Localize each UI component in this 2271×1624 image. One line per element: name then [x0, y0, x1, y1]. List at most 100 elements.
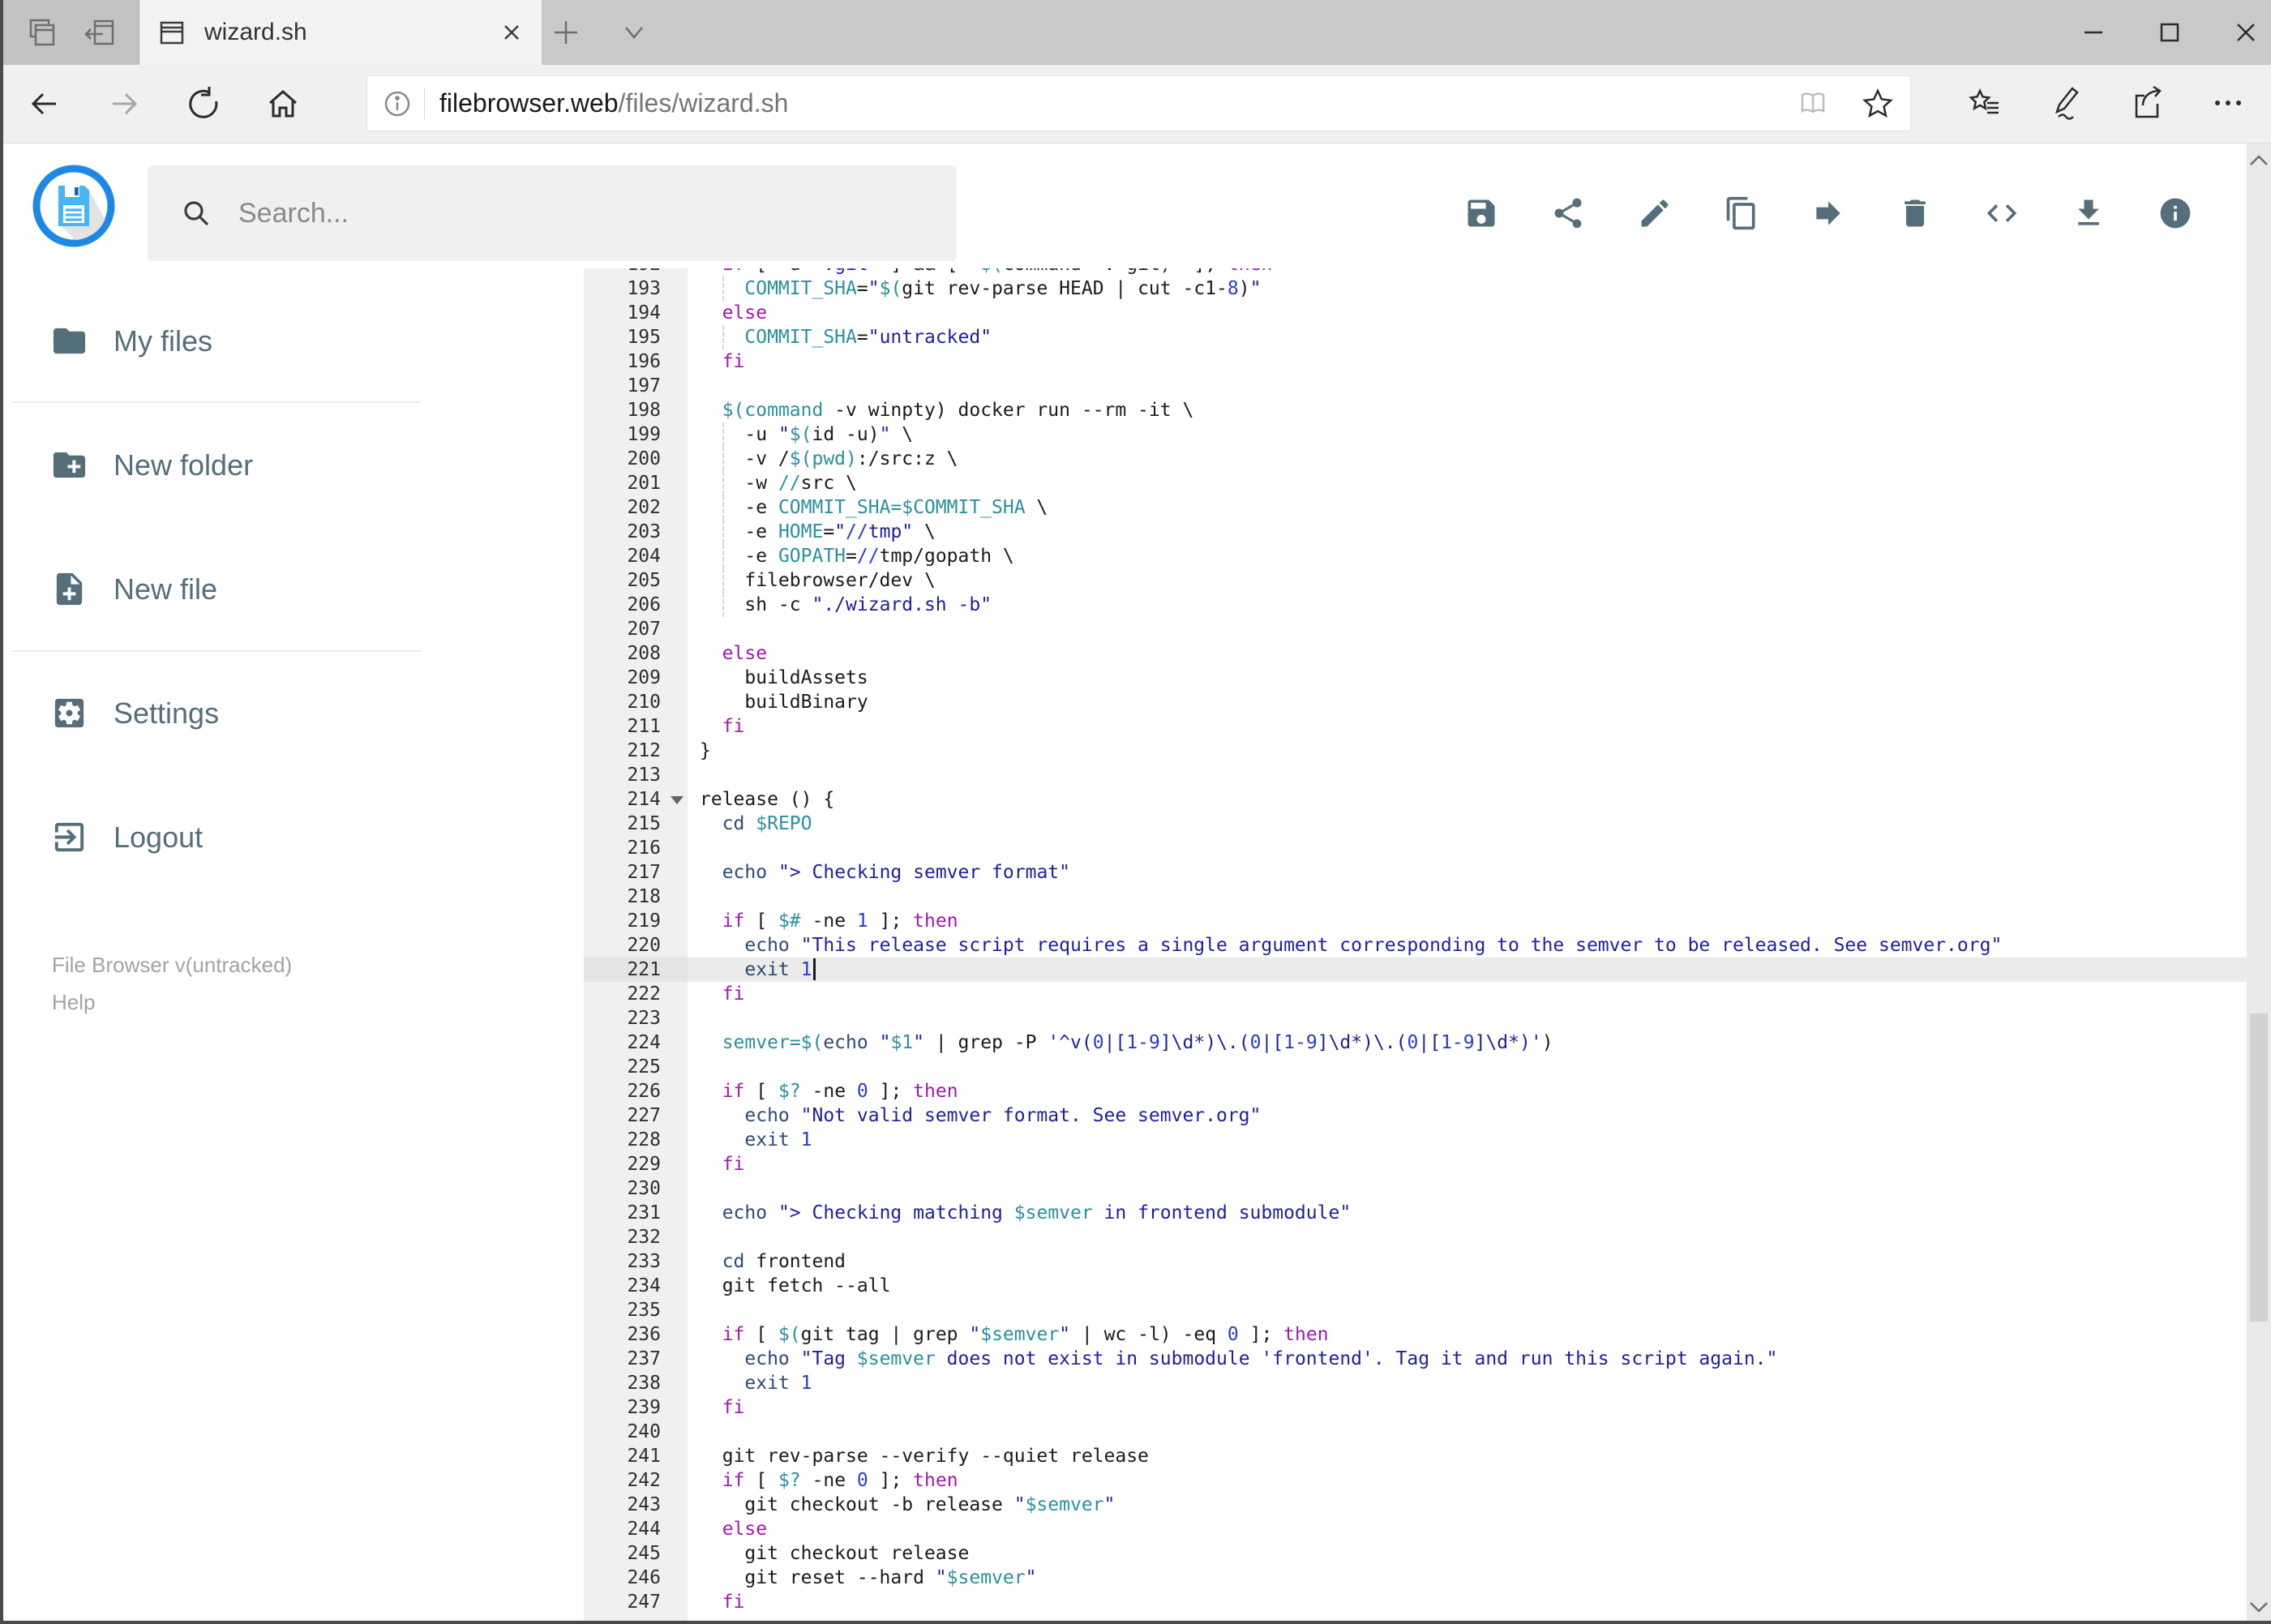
code-line-239[interactable]: 239 fi [584, 1395, 2247, 1420]
code-line-text[interactable]: cd $REPO [688, 812, 2247, 836]
settings-more-icon[interactable] [2209, 84, 2247, 122]
code-line-text[interactable]: exit 1 [688, 958, 2247, 982]
code-line-text[interactable]: else [688, 1517, 2247, 1541]
code-line-text[interactable]: filebrowser/dev \ [688, 568, 2247, 593]
code-line-203[interactable]: 203 -e HOME="//tmp" \ [584, 520, 2247, 544]
sidebar-item-logout[interactable]: Logout [3, 775, 584, 899]
code-line-215[interactable]: 215 cd $REPO [584, 812, 2247, 836]
code-line-246[interactable]: 246 git reset --hard "$semver" [584, 1566, 2247, 1590]
code-line-235[interactable]: 235 [584, 1298, 2247, 1322]
code-line-228[interactable]: 228 exit 1 [584, 1128, 2247, 1152]
code-line-text[interactable] [688, 374, 2247, 398]
page-scrollbar[interactable] [2247, 144, 2271, 1624]
code-line-text[interactable]: echo "This release script requires a sin… [688, 933, 2247, 958]
sidebar-item-settings[interactable]: Settings [3, 651, 584, 775]
sidebar-item-new-file[interactable]: New file [3, 527, 584, 651]
code-line-text[interactable]: git checkout -b release "$semver" [688, 1493, 2247, 1517]
code-line-247[interactable]: 247 fi [584, 1590, 2247, 1614]
tab-list-chevron-icon[interactable] [618, 21, 650, 44]
code-line-232[interactable]: 232 [584, 1225, 2247, 1249]
code-line-229[interactable]: 229 fi [584, 1152, 2247, 1176]
code-line-text[interactable]: buildBinary [688, 690, 2247, 714]
code-line-204[interactable]: 204 -e GOPATH=//tmp/gopath \ [584, 544, 2247, 568]
code-button[interactable] [1984, 195, 2020, 231]
code-line-194[interactable]: 194 else [584, 301, 2247, 325]
code-line-text[interactable]: COMMIT_SHA="untracked" [688, 325, 2247, 349]
code-line-214[interactable]: 214 release () { [584, 787, 2247, 812]
code-line-219[interactable]: 219 if [ $# -ne 1 ]; then [584, 909, 2247, 933]
code-line-245[interactable]: 245 git checkout release [584, 1541, 2247, 1566]
code-line-text[interactable]: buildAssets [688, 666, 2247, 690]
code-line-text[interactable]: if [ -d ".git" ] && [ "$(command -v git)… [688, 268, 2247, 276]
code-line-text[interactable]: if [ $# -ne 1 ]; then [688, 909, 2247, 933]
code-line-text[interactable]: fi [688, 1590, 2247, 1614]
code-line-227[interactable]: 227 echo "Not valid semver format. See s… [584, 1103, 2247, 1128]
home-icon[interactable] [264, 85, 302, 122]
code-line-text[interactable]: -e GOPATH=//tmp/gopath \ [688, 544, 2247, 568]
code-line-text[interactable]: echo "> Checking matching $semver in fro… [688, 1201, 2247, 1225]
code-line-220[interactable]: 220 echo "This release script requires a… [584, 933, 2247, 958]
code-line-text[interactable]: fi [688, 714, 2247, 739]
code-line-240[interactable]: 240 [584, 1420, 2247, 1444]
code-line-text[interactable]: else [688, 641, 2247, 666]
code-line-196[interactable]: 196 fi [584, 349, 2247, 374]
code-line-202[interactable]: 202 -e COMMIT_SHA=$COMMIT_SHA \ [584, 495, 2247, 520]
code-line-211[interactable]: 211 fi [584, 714, 2247, 739]
code-line-221[interactable]: 221 exit 1 [584, 958, 2247, 982]
edit-button[interactable] [1637, 195, 1673, 231]
delete-button[interactable] [1897, 195, 1933, 231]
search-box[interactable] [148, 165, 957, 261]
code-line-243[interactable]: 243 git checkout -b release "$semver" [584, 1493, 2247, 1517]
code-line-212[interactable]: 212} [584, 739, 2247, 763]
code-line-222[interactable]: 222 fi [584, 982, 2247, 1006]
code-line-text[interactable]: if [ $(git tag | grep "$semver" | wc -l)… [688, 1322, 2247, 1347]
forward-icon[interactable] [105, 85, 143, 122]
code-line-text[interactable]: echo "Tag $semver does not exist in subm… [688, 1347, 2247, 1371]
close-window-icon[interactable] [2234, 20, 2258, 45]
code-line-230[interactable]: 230 [584, 1176, 2247, 1201]
share-icon[interactable] [2128, 84, 2166, 122]
code-line-text[interactable]: exit 1 [688, 1128, 2247, 1152]
maximize-icon[interactable] [2157, 20, 2182, 45]
code-line-218[interactable]: 218 [584, 885, 2247, 909]
code-line-198[interactable]: 198 $(command -v winpty) docker run --rm… [584, 398, 2247, 422]
code-line-text[interactable]: else [688, 301, 2247, 325]
code-line-text[interactable]: COMMIT_SHA="$(git rev-parse HEAD | cut -… [688, 276, 2247, 301]
url-bar[interactable]: filebrowser.web/files/wizard.sh [366, 75, 1911, 131]
code-line-241[interactable]: 241 git rev-parse --verify --quiet relea… [584, 1444, 2247, 1468]
share-button[interactable] [1550, 195, 1586, 231]
code-line-195[interactable]: 195 COMMIT_SHA="untracked" [584, 325, 2247, 349]
code-line-text[interactable]: git checkout release [688, 1541, 2247, 1566]
download-button[interactable] [2071, 195, 2106, 231]
code-line-216[interactable]: 216 [584, 836, 2247, 860]
code-line-237[interactable]: 237 echo "Tag $semver does not exist in … [584, 1347, 2247, 1371]
sidebar-item-new-folder[interactable]: New folder [3, 403, 584, 527]
tab-preview-icon[interactable] [24, 15, 60, 50]
back-icon[interactable] [26, 85, 63, 122]
code-editor[interactable]: 192 if [ -d ".git" ] && [ "$(command -v … [584, 268, 2247, 1621]
scroll-up-icon[interactable] [2247, 147, 2271, 174]
code-line-text[interactable]: git rev-parse --verify --quiet release [688, 1444, 2247, 1468]
scroll-down-icon[interactable] [2247, 1593, 2271, 1621]
code-line-text[interactable]: git fetch --all [688, 1274, 2247, 1298]
copy-button[interactable] [1724, 195, 1759, 231]
scrollbar-thumb[interactable] [2250, 1013, 2268, 1322]
code-line-text[interactable]: echo "> Checking semver format" [688, 860, 2247, 885]
code-line-text[interactable] [688, 1225, 2247, 1249]
code-line-207[interactable]: 207 [584, 617, 2247, 641]
code-line-231[interactable]: 231 echo "> Checking matching $semver in… [584, 1201, 2247, 1225]
code-line-text[interactable] [688, 885, 2247, 909]
save-button[interactable] [1463, 195, 1499, 231]
code-line-236[interactable]: 236 if [ $(git tag | grep "$semver" | wc… [584, 1322, 2247, 1347]
help-link[interactable]: Help [52, 983, 292, 1021]
code-line-text[interactable]: -v /$(pwd):/src:z \ [688, 447, 2247, 471]
code-line-text[interactable] [688, 1420, 2247, 1444]
search-input[interactable] [237, 196, 947, 230]
fold-marker-icon[interactable] [671, 796, 683, 804]
code-line-234[interactable]: 234 git fetch --all [584, 1274, 2247, 1298]
code-line-223[interactable]: 223 [584, 1006, 2247, 1031]
code-line-text[interactable]: cd frontend [688, 1249, 2247, 1274]
code-line-text[interactable] [688, 617, 2247, 641]
code-line-192[interactable]: 192 if [ -d ".git" ] && [ "$(command -v … [584, 268, 2247, 276]
code-line-text[interactable] [688, 1006, 2247, 1031]
